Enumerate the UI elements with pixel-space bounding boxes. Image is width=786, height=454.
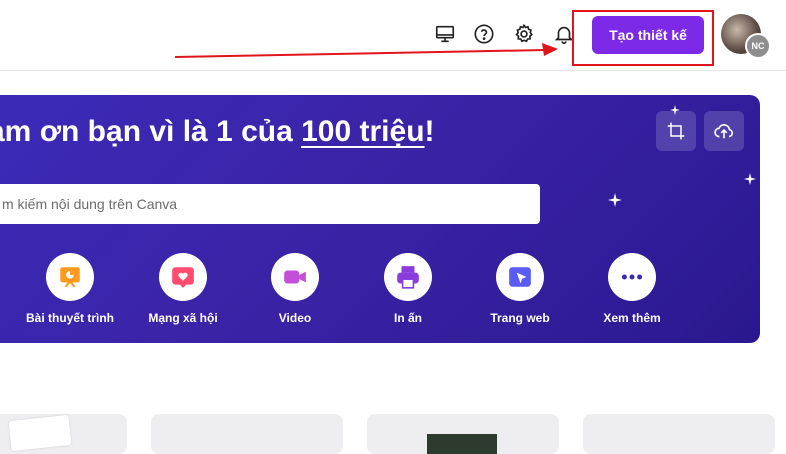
crop-icon bbox=[667, 122, 685, 140]
video-icon bbox=[284, 270, 306, 284]
category-icon-wrap bbox=[159, 253, 207, 301]
hero-title: ảm ơn bạn vì là 1 của 100 triệu! bbox=[0, 115, 435, 149]
category-label: Trang web bbox=[490, 311, 550, 325]
category-label: Video bbox=[278, 311, 312, 325]
category-icon-wrap bbox=[271, 253, 319, 301]
sparkle-icon bbox=[744, 173, 756, 185]
printer-icon bbox=[397, 266, 419, 289]
highlight-box bbox=[572, 10, 714, 66]
category-icon-wrap bbox=[46, 253, 94, 301]
category-icon-wrap bbox=[608, 253, 656, 301]
category-icon-wrap bbox=[384, 253, 432, 301]
more-icon bbox=[621, 274, 643, 280]
top-bar: Tạo thiết kế NC bbox=[0, 0, 786, 71]
resize-button[interactable] bbox=[656, 111, 696, 151]
upload-button[interactable] bbox=[704, 111, 744, 151]
category-label: Xem thêm bbox=[603, 311, 661, 325]
card-thumbnail bbox=[427, 434, 497, 454]
hero-banner: ảm ơn bạn vì là 1 của 100 triệu! m kiếm … bbox=[0, 95, 760, 343]
hero-title-suffix: ! bbox=[424, 115, 435, 148]
avatar-initials: NC bbox=[745, 33, 771, 59]
heart-icon bbox=[172, 267, 194, 288]
sparkle-icon bbox=[670, 105, 680, 115]
category-website[interactable]: Trang web bbox=[465, 253, 575, 325]
template-card[interactable] bbox=[583, 414, 775, 454]
search-input[interactable]: m kiếm nội dung trên Canva bbox=[0, 184, 540, 224]
category-social-media[interactable]: Mạng xã hội bbox=[128, 253, 238, 325]
presentation-icon bbox=[60, 267, 80, 288]
category-more[interactable]: Xem thêm bbox=[577, 253, 687, 325]
category-print[interactable]: In ấn bbox=[353, 253, 463, 325]
category-label: Bài thuyết trình bbox=[25, 311, 114, 325]
category-video[interactable]: Video bbox=[240, 253, 350, 325]
template-card[interactable] bbox=[367, 414, 559, 454]
website-icon bbox=[509, 267, 531, 287]
cloud-upload-icon bbox=[714, 124, 734, 139]
template-card[interactable] bbox=[0, 414, 127, 454]
hero-title-text: ảm ơn bạn vì là 1 của bbox=[0, 115, 302, 148]
category-presentation[interactable]: Bài thuyết trình bbox=[15, 253, 125, 325]
card-thumbnail bbox=[8, 414, 72, 452]
hero-title-highlight: 100 triệu bbox=[301, 115, 425, 148]
category-label: In ấn bbox=[393, 311, 422, 325]
category-label: Mạng xã hội bbox=[148, 311, 218, 325]
template-card[interactable] bbox=[151, 414, 343, 454]
sparkle-icon bbox=[608, 193, 622, 207]
search-placeholder: m kiếm nội dung trên Canva bbox=[2, 196, 178, 212]
category-icon-wrap bbox=[496, 253, 544, 301]
annotation-arrow bbox=[174, 43, 558, 58]
